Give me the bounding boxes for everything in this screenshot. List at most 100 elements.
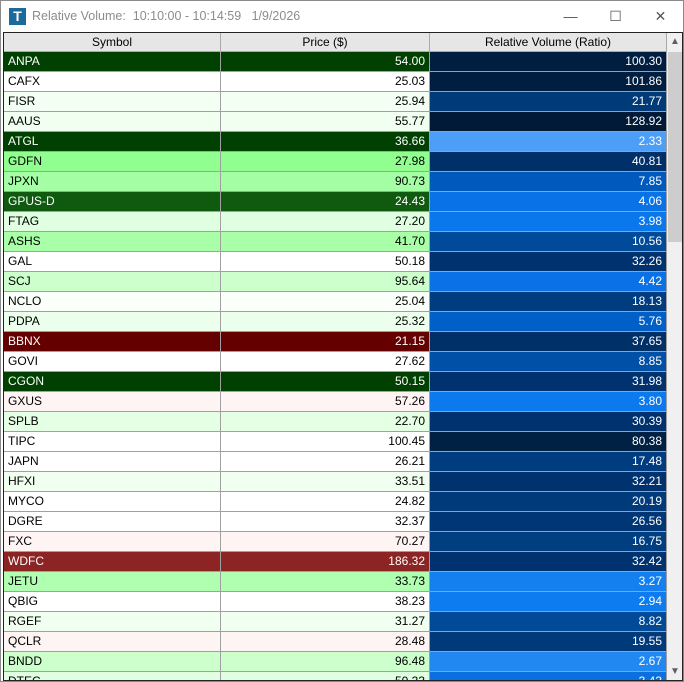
relative-volume-cell: 3.27 <box>430 572 667 592</box>
symbol-cell: MYCO <box>4 492 221 512</box>
relative-volume-cell: 2.94 <box>430 592 667 612</box>
symbol-cell: TIPC <box>4 432 221 452</box>
relative-volume-cell: 3.80 <box>430 392 667 412</box>
symbol-cell: QCLR <box>4 632 221 652</box>
table-row[interactable]: GPUS-D 24.43 4.06 <box>4 192 667 212</box>
table-row[interactable]: TIPC 100.45 80.38 <box>4 432 667 452</box>
relative-volume-cell: 7.85 <box>430 172 667 192</box>
table-row[interactable]: AAUS 55.77 128.92 <box>4 112 667 132</box>
table-row[interactable]: GXUS 57.26 3.80 <box>4 392 667 412</box>
symbol-cell: JETU <box>4 572 221 592</box>
relative-volume-cell: 4.42 <box>430 272 667 292</box>
table-row[interactable]: BBNX 21.15 37.65 <box>4 332 667 352</box>
table-row[interactable]: SPLB 22.70 30.39 <box>4 412 667 432</box>
relative-volume-cell: 2.33 <box>430 132 667 152</box>
vertical-scrollbar[interactable]: ▲ ▼ <box>667 33 682 680</box>
price-cell: 25.04 <box>221 292 430 312</box>
relative-volume-cell: 80.38 <box>430 432 667 452</box>
table-row[interactable]: MYCO 24.82 20.19 <box>4 492 667 512</box>
price-cell: 24.82 <box>221 492 430 512</box>
price-cell: 27.20 <box>221 212 430 232</box>
price-cell: 31.27 <box>221 612 430 632</box>
price-cell: 186.32 <box>221 552 430 572</box>
table-row[interactable]: JPXN 90.73 7.85 <box>4 172 667 192</box>
symbol-cell: ANPA <box>4 52 221 72</box>
table-row[interactable]: JAPN 26.21 17.48 <box>4 452 667 472</box>
table-row[interactable]: BNDD 96.48 2.67 <box>4 652 667 672</box>
table-row[interactable]: QCLR 28.48 19.55 <box>4 632 667 652</box>
column-header-price[interactable]: Price ($) <box>221 33 430 52</box>
price-cell: 95.64 <box>221 272 430 292</box>
symbol-cell: JPXN <box>4 172 221 192</box>
price-cell: 50.18 <box>221 252 430 272</box>
symbol-cell: WDFC <box>4 552 221 572</box>
table-row[interactable]: DGRE 32.37 26.56 <box>4 512 667 532</box>
relative-volume-cell: 8.82 <box>430 612 667 632</box>
table-row[interactable]: ATGL 36.66 2.33 <box>4 132 667 152</box>
title-bar[interactable]: T Relative Volume: 10:10:00 - 10:14:59 1… <box>1 1 683 31</box>
relative-volume-cell: 128.92 <box>430 112 667 132</box>
price-cell: 28.48 <box>221 632 430 652</box>
table-row[interactable]: NCLO 25.04 18.13 <box>4 292 667 312</box>
table-row[interactable]: SCJ 95.64 4.42 <box>4 272 667 292</box>
table-row[interactable]: GDFN 27.98 40.81 <box>4 152 667 172</box>
table-row[interactable]: HFXI 33.51 32.21 <box>4 472 667 492</box>
relative-volume-cell: 32.42 <box>430 552 667 572</box>
scroll-up-icon[interactable]: ▲ <box>667 33 682 50</box>
symbol-cell: GOVI <box>4 352 221 372</box>
table-row[interactable]: PDPA 25.32 5.76 <box>4 312 667 332</box>
scrollbar-thumb[interactable] <box>668 52 682 242</box>
price-cell: 57.26 <box>221 392 430 412</box>
symbol-cell: FXC <box>4 532 221 552</box>
table-row[interactable]: ANPA 54.00 100.30 <box>4 52 667 72</box>
table-row[interactable]: FTAG 27.20 3.98 <box>4 212 667 232</box>
table-row[interactable]: JETU 33.73 3.27 <box>4 572 667 592</box>
symbol-cell: ATGL <box>4 132 221 152</box>
relative-volume-cell: 30.39 <box>430 412 667 432</box>
symbol-cell: JAPN <box>4 452 221 472</box>
table-row[interactable]: RGEF 31.27 8.82 <box>4 612 667 632</box>
price-cell: 96.48 <box>221 652 430 672</box>
relative-volume-cell: 19.55 <box>430 632 667 652</box>
maximize-button[interactable]: ☐ <box>593 1 638 31</box>
window-title: Relative Volume: 10:10:00 - 10:14:59 1/9… <box>32 9 301 23</box>
table-row[interactable]: GOVI 27.62 8.85 <box>4 352 667 372</box>
symbol-cell: BBNX <box>4 332 221 352</box>
symbol-cell: SCJ <box>4 272 221 292</box>
column-header-symbol[interactable]: Symbol <box>4 33 221 52</box>
column-header-relative-volume[interactable]: Relative Volume (Ratio) <box>430 33 667 52</box>
table-row[interactable]: FISR 25.94 21.77 <box>4 92 667 112</box>
symbol-cell: SPLB <box>4 412 221 432</box>
symbol-cell: BNDD <box>4 652 221 672</box>
symbol-cell: CGON <box>4 372 221 392</box>
table-row[interactable]: QBIG 38.23 2.94 <box>4 592 667 612</box>
symbol-cell: CAFX <box>4 72 221 92</box>
price-cell: 41.70 <box>221 232 430 252</box>
table-row[interactable]: DTEC 50.33 3.43 <box>4 672 667 680</box>
symbol-cell: QBIG <box>4 592 221 612</box>
table-row[interactable]: CGON 50.15 31.98 <box>4 372 667 392</box>
price-cell: 22.70 <box>221 412 430 432</box>
minimize-button[interactable]: — <box>548 1 593 31</box>
table-row[interactable]: ASHS 41.70 10.56 <box>4 232 667 252</box>
symbol-cell: GPUS-D <box>4 192 221 212</box>
app-window: T Relative Volume: 10:10:00 - 10:14:59 1… <box>0 0 684 682</box>
table-row[interactable]: CAFX 25.03 101.86 <box>4 72 667 92</box>
table-row[interactable]: WDFC 186.32 32.42 <box>4 552 667 572</box>
symbol-cell: FTAG <box>4 212 221 232</box>
symbol-cell: ASHS <box>4 232 221 252</box>
relative-volume-cell: 32.21 <box>430 472 667 492</box>
price-cell: 38.23 <box>221 592 430 612</box>
relative-volume-cell: 101.86 <box>430 72 667 92</box>
relative-volume-cell: 8.85 <box>430 352 667 372</box>
price-cell: 33.73 <box>221 572 430 592</box>
table-row[interactable]: GAL 50.18 32.26 <box>4 252 667 272</box>
app-logo-icon: T <box>9 8 26 25</box>
relative-volume-cell: 5.76 <box>430 312 667 332</box>
price-cell: 54.00 <box>221 52 430 72</box>
symbol-cell: GDFN <box>4 152 221 172</box>
scroll-down-icon[interactable]: ▼ <box>667 663 682 680</box>
table-row[interactable]: FXC 70.27 16.75 <box>4 532 667 552</box>
price-cell: 27.98 <box>221 152 430 172</box>
close-button[interactable]: ✕ <box>638 1 683 31</box>
